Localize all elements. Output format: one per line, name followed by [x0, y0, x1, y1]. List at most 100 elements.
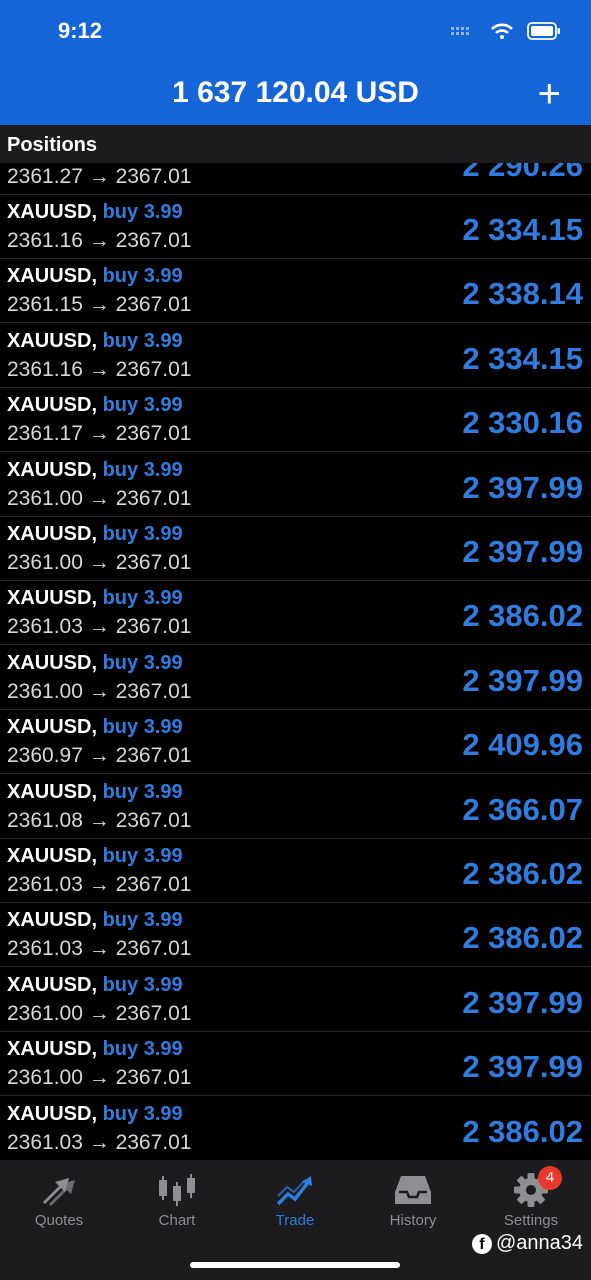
position-title: XAUUSD, buy 3.99	[7, 974, 183, 997]
position-prices: 2361.03 → 2367.01	[7, 1130, 192, 1154]
position-side: buy 3.99	[102, 651, 183, 674]
position-row[interactable]: XAUUSD, buy 3.99 2361.17 → 2367.01 2 330.1…	[0, 388, 591, 453]
position-side: buy 3.99	[102, 1038, 183, 1061]
position-title: XAUUSD, buy 3.99	[7, 845, 183, 868]
position-profit: 2 397.99	[462, 534, 583, 569]
position-title: XAUUSD, buy 3.99	[7, 523, 183, 546]
candlestick-icon	[159, 1174, 195, 1206]
position-side: buy 3.99	[102, 845, 183, 867]
tab-history-label: History	[389, 1212, 437, 1229]
tab-trade[interactable]: Trade	[236, 1168, 354, 1238]
position-title: XAUUSD, buy 3.99	[7, 1103, 183, 1126]
status-icons	[451, 22, 561, 40]
position-symbol: XAUUSD,	[7, 845, 98, 867]
position-prices: 2361.00 → 2367.01	[7, 679, 192, 703]
position-title: XAUUSD, buy 3.99	[7, 459, 183, 482]
cellular-signal-icon	[451, 27, 469, 35]
position-title: XAUUSD, buy 3.99	[7, 587, 183, 610]
position-row[interactable]: XAUUSD, buy 3.99 2361.00 → 2367.01 2 397.9…	[0, 646, 591, 710]
position-row[interactable]: XAUUSD, buy 3.99 2361.00 → 2367.01 2 397.9…	[0, 453, 591, 517]
tab-settings-label: Settings	[503, 1212, 559, 1229]
facebook-icon: f	[471, 1233, 492, 1254]
position-row[interactable]: XAUUSD, buy 3.99 2361.03 → 2367.01 2 386.0…	[0, 839, 591, 903]
position-side: buy 3.99	[102, 458, 183, 481]
position-side: buy 3.99	[102, 329, 183, 352]
position-row[interactable]: XAUUSD, buy 3.99 2361.15 → 2367.01 2 338.1…	[0, 259, 591, 324]
home-indicator	[190, 1262, 400, 1268]
position-symbol: XAUUSD,	[7, 587, 98, 610]
position-row[interactable]: XAUUSD, buy 3.99 2361.03 → 2367.01 2 386.0…	[0, 581, 591, 646]
position-prices: 2361.16 → 2367.01	[7, 229, 192, 252]
position-symbol: XAUUSD,	[7, 201, 98, 223]
new-order-button[interactable]: +	[538, 74, 561, 114]
position-profit: 2 397.99	[462, 469, 583, 505]
position-side: buy 3.99	[102, 394, 183, 417]
tab-quotes-label: Quotes	[34, 1212, 84, 1229]
watermark: f @anna34	[471, 1232, 583, 1255]
tab-chart-label: Chart	[158, 1212, 196, 1229]
position-title: XAUUSD, buy 3.99	[7, 716, 183, 739]
position-title: XAUUSD, buy 3.99	[7, 652, 183, 675]
position-prices: 2361.00 → 2367.01	[7, 1001, 192, 1025]
position-row[interactable]: XAUUSD, buy 3.99 2361.03 → 2367.01 2 386.0…	[0, 903, 591, 968]
position-prices: 2361.00 → 2367.01	[7, 1066, 192, 1090]
position-prices: 2361.03 → 2367.01	[7, 873, 192, 896]
position-symbol: XAUUSD,	[7, 780, 98, 803]
position-title: XAUUSD, buy 3.99	[7, 1038, 183, 1061]
position-title: XAUUSD, buy 3.99	[7, 201, 183, 224]
position-prices: 2361.08 → 2367.01	[7, 808, 192, 832]
position-title: XAUUSD, buy 3.99	[7, 394, 183, 417]
position-prices: 2361.03 → 2367.01	[7, 937, 192, 961]
position-prices: 2361.15 → 2367.01	[7, 293, 192, 317]
position-symbol: XAUUSD,	[7, 265, 98, 288]
position-row[interactable]: XAUUSD, buy 3.99 2361.03 → 2367.01 2 386.0…	[0, 1097, 591, 1160]
position-row[interactable]: XAUUSD, buy 3.99 2361.08 → 2367.01 2 366.0…	[0, 775, 591, 839]
position-row-partial[interactable]: 2361.27 → 2367.01 2 290.26	[0, 163, 591, 195]
position-row[interactable]: XAUUSD, buy 3.99 2360.97 → 2367.01 2 409.9…	[0, 710, 591, 775]
position-side: buy 3.99	[102, 973, 183, 996]
position-side: buy 3.99	[102, 716, 183, 739]
trend-up-icon	[276, 1176, 312, 1206]
position-side: buy 3.99	[102, 587, 183, 610]
wifi-icon	[491, 23, 513, 39]
position-symbol: XAUUSD,	[7, 651, 98, 674]
tab-history[interactable]: History	[354, 1168, 472, 1238]
position-prices: 2361.16 → 2367.01	[7, 357, 192, 381]
status-time: 9:12	[58, 18, 103, 43]
tab-chart[interactable]: Chart	[118, 1168, 236, 1238]
position-prices: 2361.03 → 2367.01	[7, 615, 192, 639]
position-prices: 2361.27 → 2367.01	[7, 165, 192, 188]
position-symbol: XAUUSD,	[7, 458, 98, 481]
position-profit: 2 386.02	[462, 856, 583, 891]
position-profit: 2 386.02	[462, 920, 583, 956]
position-row[interactable]: XAUUSD, buy 3.99 2361.00 → 2367.01 2 397.9…	[0, 1032, 591, 1097]
positions-title: Positions	[7, 134, 98, 156]
position-profit: 2 409.96	[462, 727, 583, 763]
position-row[interactable]: XAUUSD, buy 3.99 2361.16 → 2367.01 2 334.1…	[0, 195, 591, 259]
position-profit: 2 397.99	[462, 984, 583, 1020]
watermark-text: @anna34	[495, 1232, 583, 1254]
positions-list[interactable]: 2361.27 → 2367.01 2 290.26 XAUUSD, buy 3…	[0, 163, 591, 1160]
position-symbol: XAUUSD,	[7, 394, 98, 417]
position-symbol: XAUUSD,	[7, 909, 98, 932]
position-profit: 2 386.02	[462, 598, 583, 634]
inbox-icon	[395, 1176, 431, 1204]
position-row[interactable]: XAUUSD, buy 3.99 2361.00 → 2367.01 2 397.9…	[0, 517, 591, 581]
position-prices: 2360.97 → 2367.01	[7, 744, 192, 768]
position-side: buy 3.99	[102, 201, 183, 223]
battery-icon	[527, 22, 560, 40]
position-profit: 2 330.16	[462, 405, 583, 441]
position-side: buy 3.99	[102, 1102, 183, 1125]
position-side: buy 3.99	[102, 265, 183, 288]
position-prices: 2361.00 → 2367.01	[7, 551, 192, 574]
position-row[interactable]: XAUUSD, buy 3.99 2361.16 → 2367.01 2 334.1…	[0, 324, 591, 388]
position-row[interactable]: XAUUSD, buy 3.99 2361.00 → 2367.01 2 397.9…	[0, 968, 591, 1032]
position-profit: 2 338.14	[462, 276, 583, 312]
position-title: XAUUSD, buy 3.99	[7, 781, 183, 804]
position-side: buy 3.99	[102, 780, 183, 803]
tab-trade-label: Trade	[275, 1212, 315, 1229]
position-profit: 2 334.15	[462, 212, 583, 247]
tab-settings[interactable]: Settings 4	[472, 1166, 590, 1238]
tab-quotes[interactable]: Quotes	[0, 1168, 118, 1238]
position-profit: 2 334.15	[462, 340, 583, 376]
